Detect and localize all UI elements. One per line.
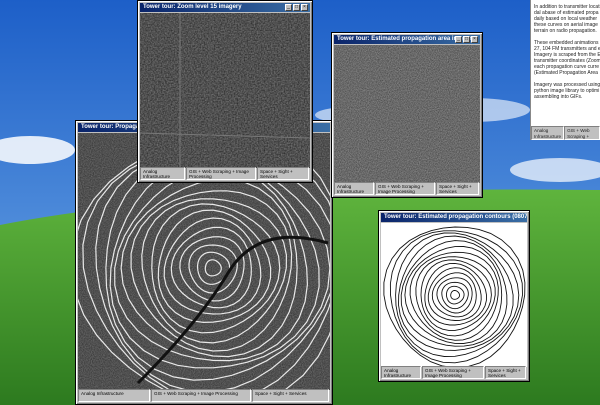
contours-window[interactable]: Tower tour: Estimated propagation contou… (378, 210, 530, 382)
status-bar: Analog Infrastructure GIS + Web Scraping… (140, 167, 310, 180)
article-line: terrain on radio propagation. (534, 28, 597, 34)
article-status-bar: Analog Infrastructure GIS + Web Scraping… (531, 126, 600, 140)
status-field: Analog Infrastructure (78, 389, 150, 402)
status-field: Analog Infrastructure (140, 167, 185, 180)
contour-ring (409, 251, 499, 341)
contour-ring (404, 246, 503, 344)
status-field: GIS + Web Scraping + Image Processing (186, 167, 256, 180)
status-bar: Analog Infrastructure GIS + Web Scraping… (381, 366, 527, 379)
status-field: Space + Sight + Services (436, 182, 479, 195)
area-image (334, 45, 480, 183)
status-field: GIS + Web Scraping + Image Processing (151, 389, 251, 402)
window-controls: _ □ × (455, 36, 478, 43)
contour-ring (415, 256, 496, 337)
status-field: Analog Infrastructure (334, 182, 374, 195)
article-line: (Estimated Propagation Area (534, 70, 598, 76)
maximize-icon[interactable]: □ (463, 36, 470, 43)
maximize-icon[interactable]: □ (293, 4, 300, 11)
status-field: GIS + Web Scraping + Image Processing (375, 182, 435, 195)
minimize-icon[interactable]: _ (285, 4, 292, 11)
zoom-image (140, 13, 310, 168)
contour-ring (431, 272, 477, 318)
status-field: GIS + Web Scraping + Image Processing (422, 366, 484, 379)
contour-ring (395, 232, 520, 357)
status-field: Analog Infrastructure (381, 366, 421, 379)
area-imagery-window[interactable]: Tower tour: Estimated propagation area i… (331, 32, 483, 198)
contours-image (381, 223, 527, 367)
minimize-icon[interactable]: _ (455, 36, 462, 43)
window-controls: _ □ × (285, 4, 308, 11)
close-icon[interactable]: × (471, 36, 478, 43)
status-bar: Analog Infrastructure GIS + Web Scraping… (334, 182, 480, 195)
article-line: assembling into GIFs. (534, 94, 583, 100)
contour-ring (446, 285, 465, 305)
window-title[interactable]: Tower tour: Estimated propagation contou… (381, 213, 527, 222)
status-field: Space + Sight + Services (257, 167, 309, 180)
status-field: Analog Infrastructure (531, 126, 565, 140)
status-bar: Analog Infrastructure GIS + Web Scraping… (78, 389, 330, 402)
status-field: Space + Sight + Services (252, 389, 329, 402)
zoom-imagery-window[interactable]: Tower tour: Zoom level 15 imagery _ □ × … (137, 0, 313, 183)
article-panel: In addition to transmitter locati dal ab… (530, 0, 600, 140)
close-icon[interactable]: × (301, 4, 308, 11)
status-field: GIS + Web Scraping + Image Processing (564, 126, 600, 140)
status-field: Space + Sight + Services (485, 366, 526, 379)
contour-ring (450, 290, 460, 300)
